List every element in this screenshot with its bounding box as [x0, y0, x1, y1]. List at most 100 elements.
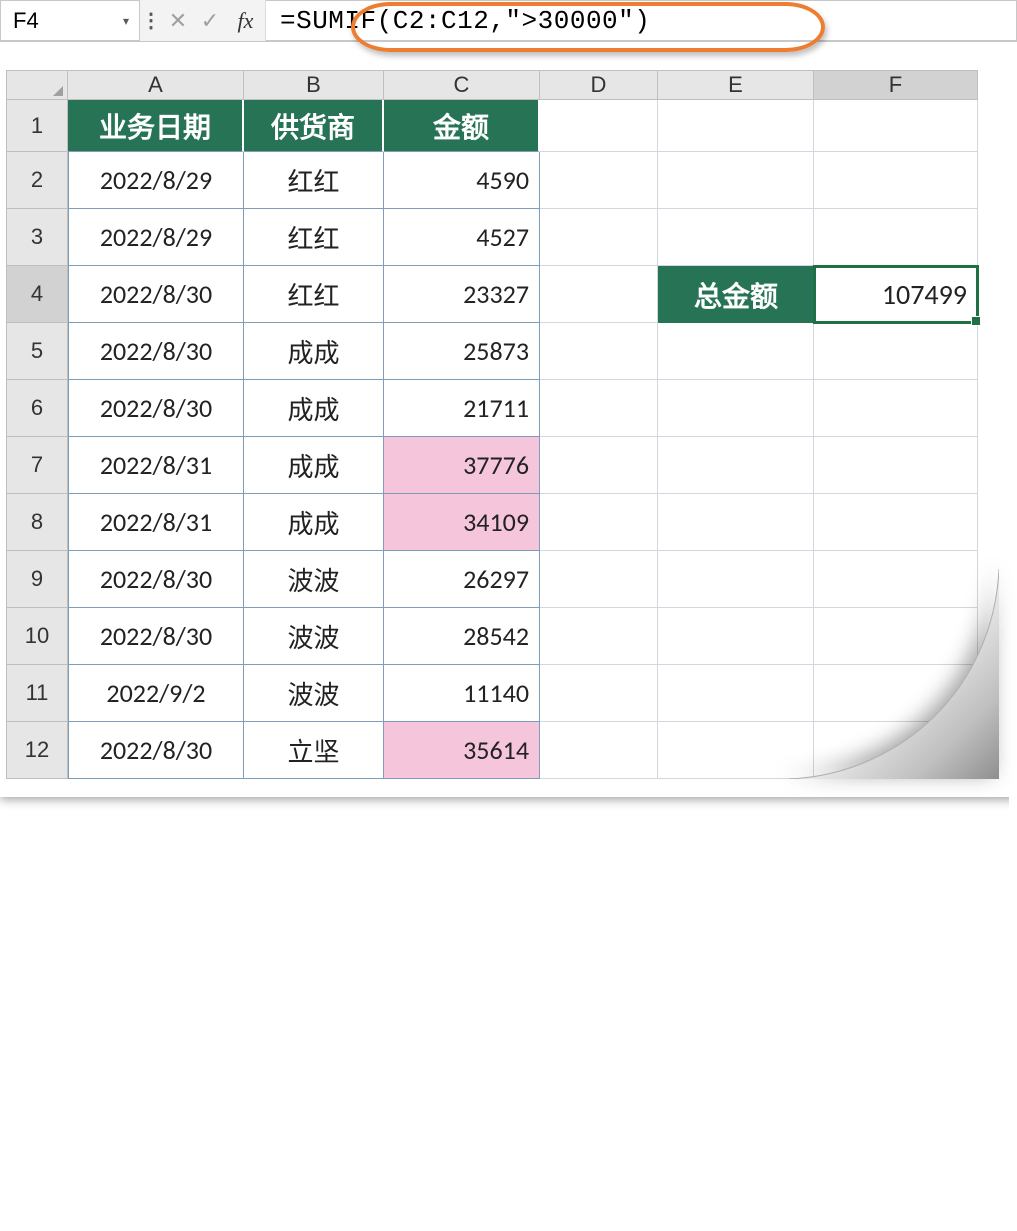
- cell-D4[interactable]: [540, 266, 658, 323]
- col-header-A[interactable]: A: [68, 70, 244, 100]
- table-header-date[interactable]: 业务日期: [68, 100, 244, 152]
- cell-A5[interactable]: 2022/8/30: [68, 323, 244, 380]
- cell-B8[interactable]: 成成: [244, 494, 384, 551]
- cell-A9[interactable]: 2022/8/30: [68, 551, 244, 608]
- cell-D10[interactable]: [540, 608, 658, 665]
- table-header-amount[interactable]: 金额: [384, 100, 540, 152]
- cell-C7[interactable]: 37776: [384, 437, 540, 494]
- row-header-2[interactable]: 2: [6, 152, 68, 209]
- cell-D8[interactable]: [540, 494, 658, 551]
- cell-B11[interactable]: 波波: [244, 665, 384, 722]
- cell-D1[interactable]: [540, 100, 658, 152]
- cell-B2[interactable]: 红红: [244, 152, 384, 209]
- cell-A7[interactable]: 2022/8/31: [68, 437, 244, 494]
- spreadsheet-grid: A B C D E F 1 业务日期 供货商 金额 22022/8/29红红45…: [6, 70, 1011, 791]
- summary-label-cell[interactable]: 总金额: [658, 266, 814, 323]
- cell-D3[interactable]: [540, 209, 658, 266]
- row-header-6[interactable]: 6: [6, 380, 68, 437]
- row-header-3[interactable]: 3: [6, 209, 68, 266]
- table-row: 72022/8/31成成 37776: [6, 437, 1011, 494]
- cell-A6[interactable]: 2022/8/30: [68, 380, 244, 437]
- col-header-C[interactable]: C: [384, 70, 540, 100]
- cell-F7[interactable]: [814, 437, 978, 494]
- cell-C9[interactable]: 26297: [384, 551, 540, 608]
- row-header-4[interactable]: 4: [6, 266, 68, 323]
- col-header-F[interactable]: F: [814, 70, 978, 100]
- row-header-5[interactable]: 5: [6, 323, 68, 380]
- cell-F3[interactable]: [814, 209, 978, 266]
- col-header-E[interactable]: E: [658, 70, 814, 100]
- cell-B12[interactable]: 立坚: [244, 722, 384, 779]
- cell-F1[interactable]: [814, 100, 978, 152]
- cell-B7[interactable]: 成成: [244, 437, 384, 494]
- col-header-D[interactable]: D: [540, 70, 658, 100]
- row-header-10[interactable]: 10: [6, 608, 68, 665]
- cell-A8[interactable]: 2022/8/31: [68, 494, 244, 551]
- cell-F8[interactable]: [814, 494, 978, 551]
- cell-D9[interactable]: [540, 551, 658, 608]
- col-header-B[interactable]: B: [244, 70, 384, 100]
- cell-C5[interactable]: 25873: [384, 323, 540, 380]
- cell-B4[interactable]: 红红: [244, 266, 384, 323]
- table-header-supplier[interactable]: 供货商: [244, 100, 384, 152]
- cell-D11[interactable]: [540, 665, 658, 722]
- cell-E5[interactable]: [658, 323, 814, 380]
- cell-E1[interactable]: [658, 100, 814, 152]
- cell-D2[interactable]: [540, 152, 658, 209]
- cell-A8-text: 2022/8/31: [100, 506, 212, 538]
- chevron-down-icon[interactable]: ▾: [123, 14, 129, 28]
- cell-D5[interactable]: [540, 323, 658, 380]
- cell-D12[interactable]: [540, 722, 658, 779]
- cell-C4[interactable]: 23327: [384, 266, 540, 323]
- formula-input[interactable]: =SUMIF(C2:C12,">30000"): [266, 0, 1017, 41]
- cell-C3[interactable]: 4527: [384, 209, 540, 266]
- summary-value-cell[interactable]: 107499: [814, 266, 978, 323]
- cell-E2[interactable]: [658, 152, 814, 209]
- cancel-icon[interactable]: ✕: [162, 0, 194, 41]
- cell-E3[interactable]: [658, 209, 814, 266]
- cell-B3[interactable]: 红红: [244, 209, 384, 266]
- cell-C11[interactable]: 11140: [384, 665, 540, 722]
- cell-C6-text: 21711: [463, 392, 529, 424]
- cell-C7-text: 37776: [463, 449, 529, 481]
- cell-C2[interactable]: 4590: [384, 152, 540, 209]
- row-header-7[interactable]: 7: [6, 437, 68, 494]
- cell-A4[interactable]: 2022/8/30: [68, 266, 244, 323]
- enter-icon[interactable]: ✓: [194, 0, 226, 41]
- fx-icon[interactable]: fx: [226, 0, 266, 41]
- name-box[interactable]: F4 ▾: [0, 0, 140, 41]
- row-header-11[interactable]: 11: [6, 665, 68, 722]
- cell-C10[interactable]: 28542: [384, 608, 540, 665]
- cell-B9[interactable]: 波波: [244, 551, 384, 608]
- cell-A11[interactable]: 2022/9/2: [68, 665, 244, 722]
- cell-A10[interactable]: 2022/8/30: [68, 608, 244, 665]
- cell-B5[interactable]: 成成: [244, 323, 384, 380]
- cell-A4-text: 2022/8/30: [100, 278, 212, 310]
- cell-B6[interactable]: 成成: [244, 380, 384, 437]
- cell-E7[interactable]: [658, 437, 814, 494]
- row-header-9[interactable]: 9: [6, 551, 68, 608]
- cell-C2-text: 4590: [476, 164, 529, 196]
- cell-F2[interactable]: [814, 152, 978, 209]
- cell-F5[interactable]: [814, 323, 978, 380]
- cell-D7[interactable]: [540, 437, 658, 494]
- cell-A2[interactable]: 2022/8/29: [68, 152, 244, 209]
- cell-B10[interactable]: 波波: [244, 608, 384, 665]
- formula-bar: F4 ▾ ⋮ ✕ ✓ fx =SUMIF(C2:C12,">30000"): [0, 0, 1017, 42]
- cell-B10-text: 波波: [287, 618, 339, 655]
- page-curl-icon: [789, 569, 999, 779]
- cell-C8[interactable]: 34109: [384, 494, 540, 551]
- cell-F6[interactable]: [814, 380, 978, 437]
- row-header-1[interactable]: 1: [6, 100, 68, 152]
- row-header-8[interactable]: 8: [6, 494, 68, 551]
- cell-A12[interactable]: 2022/8/30: [68, 722, 244, 779]
- select-all-corner[interactable]: [6, 70, 68, 100]
- cell-A3[interactable]: 2022/8/29: [68, 209, 244, 266]
- cell-D6[interactable]: [540, 380, 658, 437]
- cell-C12[interactable]: 35614: [384, 722, 540, 779]
- cell-C6[interactable]: 21711: [384, 380, 540, 437]
- cell-E6[interactable]: [658, 380, 814, 437]
- row-header-12[interactable]: 12: [6, 722, 68, 779]
- cell-E8[interactable]: [658, 494, 814, 551]
- table-row: 1 业务日期 供货商 金额: [6, 100, 1011, 152]
